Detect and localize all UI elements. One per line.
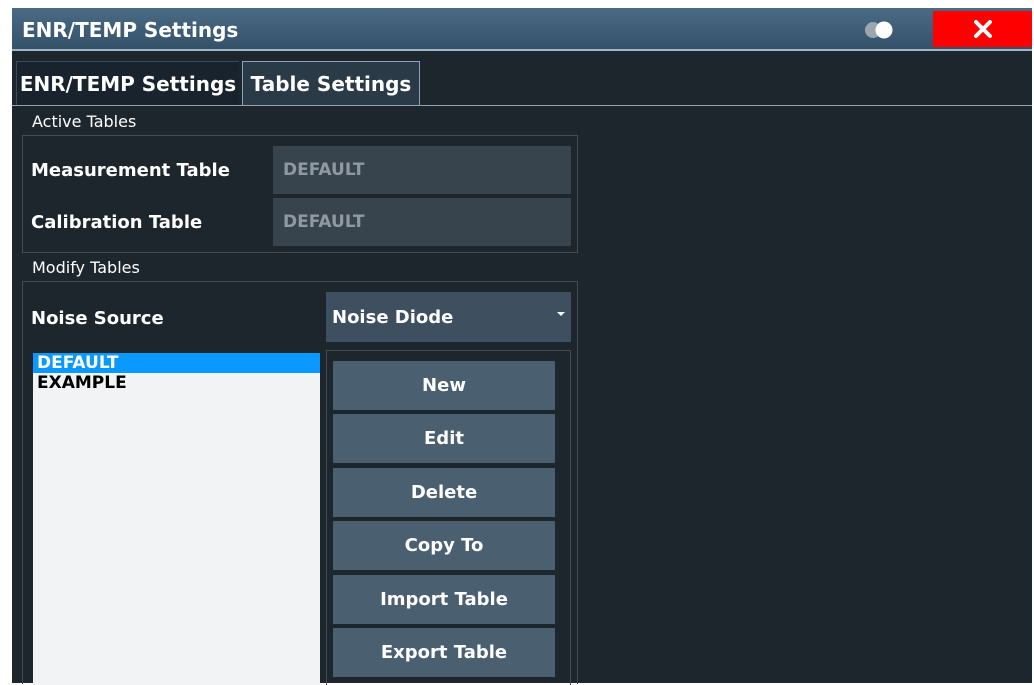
close-icon xyxy=(973,20,992,38)
active-tables-heading: Active Tables xyxy=(32,112,137,131)
title-bar[interactable]: ENR/TEMP Settings xyxy=(12,8,1032,51)
edit-button[interactable]: Edit xyxy=(333,414,555,463)
table-actions-panel: New Edit Delete Copy To Import Table Exp… xyxy=(326,350,571,685)
export-table-button[interactable]: Export Table xyxy=(333,628,555,677)
list-item-example[interactable]: EXAMPLE xyxy=(33,373,320,393)
modify-tables-group: Noise Source Noise Diode DEFAULT EXAMPLE… xyxy=(22,281,578,685)
calibration-table-field[interactable]: DEFAULT xyxy=(273,198,571,246)
chevron-down-icon xyxy=(557,312,565,316)
noise-source-dropdown[interactable]: Noise Diode xyxy=(326,292,571,342)
noise-source-label: Noise Source xyxy=(31,308,164,329)
tab-enr-temp-settings[interactable]: ENR/TEMP Settings xyxy=(16,61,239,105)
list-item-default[interactable]: DEFAULT xyxy=(33,353,320,373)
calibration-table-label: Calibration Table xyxy=(31,212,203,233)
active-tables-group: Measurement Table DEFAULT Calibration Ta… xyxy=(22,135,578,253)
measurement-table-label: Measurement Table xyxy=(31,160,230,181)
import-table-button[interactable]: Import Table xyxy=(333,575,555,624)
close-button[interactable] xyxy=(933,11,1032,47)
delete-button[interactable]: Delete xyxy=(333,468,555,517)
modify-tables-heading: Modify Tables xyxy=(32,258,140,277)
copy-to-button[interactable]: Copy To xyxy=(333,521,555,570)
table-settings-panel: Active Tables Measurement Table DEFAULT … xyxy=(12,105,1032,685)
display-toggle-icon[interactable] xyxy=(860,21,900,39)
table-list[interactable]: DEFAULT EXAMPLE xyxy=(33,353,320,685)
dialog-title: ENR/TEMP Settings xyxy=(22,18,239,42)
tab-table-settings[interactable]: Table Settings xyxy=(242,61,420,105)
new-button[interactable]: New xyxy=(333,361,555,410)
enr-temp-settings-dialog: ENR/TEMP Settings ENR/TEMP Settings Tabl… xyxy=(12,8,1032,685)
noise-source-value: Noise Diode xyxy=(332,306,454,328)
measurement-table-field[interactable]: DEFAULT xyxy=(273,146,571,194)
